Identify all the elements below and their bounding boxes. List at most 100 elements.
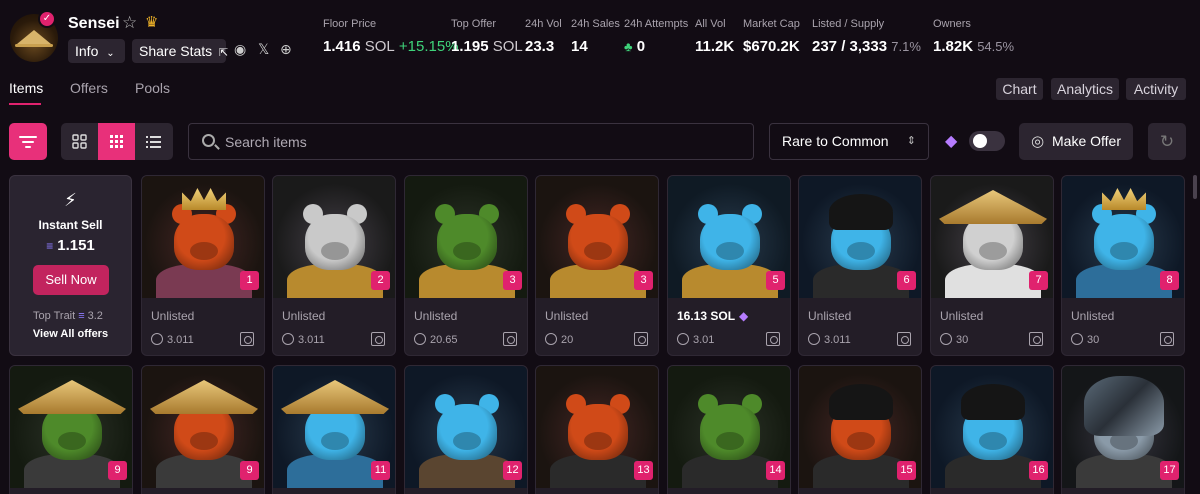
grid-small-icon[interactable] [98, 123, 135, 160]
expand-icon[interactable] [503, 332, 517, 346]
floor-price-value: 1.416 SOL +15.15% [323, 38, 459, 55]
nft-card[interactable]: 16 [930, 365, 1054, 494]
nft-card[interactable]: 1 Unlisted 3.011 [141, 175, 265, 356]
nft-card[interactable]: 9 [141, 365, 265, 494]
crown-icon: ♛ [145, 14, 159, 31]
make-offer-label: Make Offer [1052, 133, 1121, 149]
nft-image: 14 [668, 366, 790, 488]
rank-badge: 5 [766, 271, 785, 290]
nft-card[interactable]: 3 Unlisted 20.65 [404, 175, 528, 356]
nft-card[interactable]: 17 [1061, 365, 1185, 494]
market-cap-value: $670.2K [743, 38, 800, 55]
best-offer: 30 [1071, 333, 1099, 346]
best-offer: 3.011 [808, 333, 851, 346]
instant-sell-title: Instant Sell [38, 218, 103, 232]
tab-items[interactable]: Items [9, 80, 43, 96]
top-offer-value: 1.195 SOL [451, 38, 523, 55]
straw-hat-icon [281, 380, 389, 414]
list-icon[interactable] [135, 123, 172, 160]
nft-image: 9 [142, 366, 264, 488]
rank-badge: 14 [766, 461, 785, 480]
expand-icon[interactable] [1160, 332, 1174, 346]
search-input[interactable] [225, 132, 725, 152]
instant-sell-card: ⚡ Instant Sell ≡ 1.151 Sell Now Top Trait… [9, 175, 132, 356]
expand-icon[interactable] [634, 332, 648, 346]
nft-card[interactable]: 7 Unlisted 30 [930, 175, 1054, 356]
tab-analytics[interactable]: Analytics [1051, 78, 1119, 100]
rank-badge: 13 [634, 461, 653, 480]
chevron-down-icon: ⌄ [106, 48, 115, 59]
make-offer-button[interactable]: ◎ Make Offer [1019, 123, 1133, 160]
expand-icon[interactable] [766, 332, 780, 346]
listing-status: Unlisted [282, 309, 326, 323]
expand-icon[interactable] [897, 332, 911, 346]
rank-badge: 7 [1029, 271, 1048, 290]
rank-badge: 17 [1160, 461, 1179, 480]
nft-card[interactable]: 2 Unlisted 3.011 [272, 175, 396, 356]
vol-24h-value: 23.3 [525, 38, 555, 55]
tab-pools[interactable]: Pools [135, 80, 170, 96]
listing-status: Unlisted [545, 309, 589, 323]
beanie-icon [829, 194, 893, 230]
market-cap-label: Market Cap [743, 18, 800, 30]
floor-price-label: Floor Price [323, 18, 377, 30]
refresh-icon[interactable]: ↻ [1148, 123, 1186, 160]
rank-badge: 6 [897, 271, 916, 290]
nft-image: 15 [799, 366, 921, 488]
nft-card[interactable]: 5 16.13 SOL ◆ 3.01 [667, 175, 791, 356]
expand-icon[interactable] [371, 332, 385, 346]
gem-icon: ◆ [739, 309, 749, 323]
all-vol-label: All Vol [695, 18, 726, 30]
discord-icon[interactable]: ◉ [234, 41, 246, 58]
sell-now-button[interactable]: Sell Now [33, 265, 109, 295]
globe-icon[interactable]: ⊕ [280, 41, 292, 58]
best-offer: 3.01 [677, 333, 714, 346]
view-mode-toggle [61, 123, 173, 160]
nft-card[interactable]: 6 Unlisted 3.011 [798, 175, 922, 356]
rank-badge: 2 [371, 271, 390, 290]
listed-supply-label: Listed / Supply [812, 18, 885, 30]
nft-image: 7 [931, 176, 1053, 298]
expand-icon[interactable] [1029, 332, 1043, 346]
nft-card[interactable]: 8 Unlisted 30 [1061, 175, 1185, 356]
nft-card[interactable]: 13 [535, 365, 659, 494]
nft-image: 17 [1062, 366, 1184, 488]
info-dropdown[interactable]: Info ⌄ [68, 39, 125, 63]
nft-image: 8 [1062, 176, 1184, 298]
sort-select[interactable]: Rare to Common ⇕ [769, 123, 929, 160]
info-label: Info [75, 43, 99, 59]
nft-card[interactable]: 14 [667, 365, 791, 494]
rank-badge: 3 [503, 271, 522, 290]
x-icon[interactable]: 𝕏 [258, 41, 269, 58]
view-all-offers-link[interactable]: View All offers [10, 328, 131, 340]
sort-chevron-icon: ⇕ [906, 135, 916, 147]
offer-icon [1071, 333, 1083, 345]
nft-card[interactable]: 15 [798, 365, 922, 494]
nft-image: 5 [668, 176, 790, 298]
scrollbar[interactable] [1193, 175, 1197, 199]
straw-hat-icon [939, 190, 1047, 224]
best-offer: 30 [940, 333, 968, 346]
nft-card[interactable]: 11 [272, 365, 396, 494]
nft-card[interactable]: 12 [404, 365, 528, 494]
rarity-toggle[interactable] [969, 131, 1005, 151]
filter-button[interactable] [9, 123, 47, 160]
nft-card[interactable]: 3 Unlisted 20 [535, 175, 659, 356]
tab-offers[interactable]: Offers [70, 80, 108, 96]
share-stats-button[interactable]: Share Stats ⇱ [132, 39, 228, 63]
expand-icon[interactable] [240, 332, 254, 346]
active-tab-indicator [9, 103, 41, 105]
nft-image: 9 [10, 366, 132, 488]
listing-status: Unlisted [1071, 309, 1115, 323]
tab-activity[interactable]: Activity [1126, 78, 1186, 100]
star-icon[interactable]: ☆ [122, 13, 137, 33]
nft-card[interactable]: 9 [9, 365, 133, 494]
beanie-icon [961, 384, 1025, 420]
bolt-icon: ⚡ [64, 190, 77, 210]
listing-status: Unlisted [808, 309, 852, 323]
rank-badge: 9 [108, 461, 127, 480]
search-icon [202, 134, 215, 147]
sales-24h-label: 24h Sales [571, 18, 620, 30]
grid-large-icon[interactable] [61, 123, 98, 160]
tab-chart[interactable]: Chart [996, 78, 1043, 100]
